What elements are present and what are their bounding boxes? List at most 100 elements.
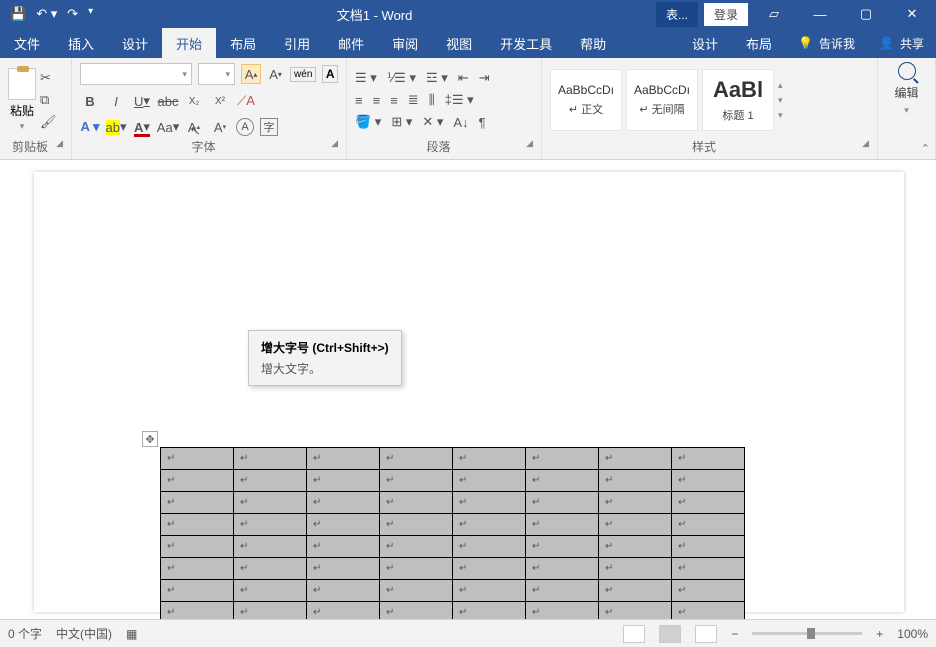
text-effects-button[interactable]: A ▾: [80, 117, 100, 137]
table-cell[interactable]: ↵: [161, 470, 234, 492]
table-cell[interactable]: ↵: [380, 536, 453, 558]
align-left-button[interactable]: ≡: [355, 93, 363, 108]
strikethrough-button[interactable]: abc: [158, 91, 178, 111]
table-row[interactable]: ↵↵↵↵↵↵↵↵: [161, 470, 745, 492]
bold-button[interactable]: B: [80, 91, 100, 111]
table-cell[interactable]: ↵: [599, 558, 672, 580]
table-cell[interactable]: ↵: [380, 580, 453, 602]
collapse-ribbon-icon[interactable]: ⌃: [921, 142, 930, 155]
table-cell[interactable]: ↵: [161, 448, 234, 470]
table-cell[interactable]: ↵: [380, 514, 453, 536]
change-case-button[interactable]: Aa ▾: [158, 117, 178, 137]
undo-icon[interactable]: ↶ ▾: [36, 6, 57, 22]
char-shading-button[interactable]: 字: [260, 118, 278, 136]
tab-review[interactable]: 审阅: [378, 28, 432, 58]
table-cell[interactable]: ↵: [380, 602, 453, 620]
tab-mailings[interactable]: 邮件: [324, 28, 378, 58]
format-painter-icon[interactable]: 🖌: [40, 114, 57, 130]
multilevel-button[interactable]: ☲ ▾: [426, 70, 448, 86]
table-cell[interactable]: ↵: [161, 514, 234, 536]
contextual-tab-layout[interactable]: 布局: [732, 28, 786, 58]
table-cell[interactable]: ↵: [161, 602, 234, 620]
table-cell[interactable]: ↵: [307, 470, 380, 492]
table-cell[interactable]: ↵: [453, 448, 526, 470]
table-cell[interactable]: ↵: [672, 580, 745, 602]
print-layout-button[interactable]: [659, 625, 681, 643]
table-cell[interactable]: ↵: [307, 492, 380, 514]
distribute-button[interactable]: ⫼: [429, 92, 435, 108]
underline-button[interactable]: U ▾: [132, 91, 152, 111]
tab-insert[interactable]: 插入: [54, 28, 108, 58]
tab-references[interactable]: 引用: [270, 28, 324, 58]
table-cell[interactable]: ↵: [526, 558, 599, 580]
align-center-button[interactable]: ≡: [373, 93, 381, 108]
enclose-char-button[interactable]: A: [236, 118, 254, 136]
tab-design[interactable]: 设计: [108, 28, 162, 58]
language-status[interactable]: 中文(中国): [56, 625, 112, 642]
table-row[interactable]: ↵↵↵↵↵↵↵↵: [161, 580, 745, 602]
table-cell[interactable]: ↵: [234, 514, 307, 536]
login-button[interactable]: 登录: [704, 3, 748, 26]
style-normal[interactable]: AaBbCcDı ↵ 正文: [550, 69, 622, 131]
table-cell[interactable]: ↵: [453, 602, 526, 620]
table-row[interactable]: ↵↵↵↵↵↵↵↵: [161, 448, 745, 470]
borders-button[interactable]: ⊞ ▾: [391, 114, 412, 130]
share-button[interactable]: 👤 共享: [867, 28, 936, 58]
clipboard-launcher[interactable]: ◢: [56, 138, 63, 149]
decrease-font-btn2[interactable]: A▾: [210, 117, 230, 137]
char-border-button[interactable]: A: [322, 65, 338, 83]
zoom-slider[interactable]: [752, 632, 862, 635]
maximize-icon[interactable]: ▢: [846, 6, 886, 22]
save-icon[interactable]: 💾: [10, 6, 26, 22]
table-row[interactable]: ↵↵↵↵↵↵↵↵: [161, 602, 745, 620]
table-cell[interactable]: ↵: [526, 514, 599, 536]
font-launcher[interactable]: ◢: [331, 138, 338, 149]
minimize-icon[interactable]: —: [800, 7, 840, 22]
zoom-level[interactable]: 100%: [897, 627, 928, 641]
tab-layout[interactable]: 布局: [216, 28, 270, 58]
tab-file[interactable]: 文件: [0, 28, 54, 58]
table-cell[interactable]: ↵: [234, 492, 307, 514]
table-cell[interactable]: ↵: [380, 448, 453, 470]
increase-indent-button[interactable]: ⇥: [479, 70, 490, 86]
font-size-combo[interactable]: ▾: [198, 63, 235, 85]
table-cell[interactable]: ↵: [599, 448, 672, 470]
table-row[interactable]: ↵↵↵↵↵↵↵↵: [161, 492, 745, 514]
clear-formatting-button[interactable]: ⟋A: [236, 91, 256, 111]
table-cell[interactable]: ↵: [526, 580, 599, 602]
table-cell[interactable]: ↵: [599, 536, 672, 558]
table-cell[interactable]: ↵: [307, 448, 380, 470]
table-cell[interactable]: ↵: [161, 492, 234, 514]
table-cell[interactable]: ↵: [526, 492, 599, 514]
table-cell[interactable]: ↵: [453, 536, 526, 558]
justify-button[interactable]: ≣: [408, 92, 419, 108]
table-cell[interactable]: ↵: [453, 558, 526, 580]
shading-button[interactable]: 🪣 ▾: [355, 114, 381, 130]
table-cell[interactable]: ↵: [161, 580, 234, 602]
table-cell[interactable]: ↵: [672, 558, 745, 580]
table-cell[interactable]: ↵: [234, 558, 307, 580]
show-marks-button[interactable]: ¶: [479, 115, 486, 130]
table-cell[interactable]: ↵: [599, 470, 672, 492]
table-cell[interactable]: ↵: [599, 580, 672, 602]
table-cell[interactable]: ↵: [307, 602, 380, 620]
document-area[interactable]: 增大字号 (Ctrl+Shift+>) 增大文字。 ✥ ↵↵↵↵↵↵↵↵↵↵↵↵…: [0, 160, 936, 619]
table-cell[interactable]: ↵: [599, 602, 672, 620]
table-cell[interactable]: ↵: [672, 602, 745, 620]
highlight-button[interactable]: ab▾: [106, 117, 126, 137]
zoom-out-button[interactable]: −: [731, 627, 738, 641]
table-cell[interactable]: ↵: [234, 448, 307, 470]
table-cell[interactable]: ↵: [453, 470, 526, 492]
table-cell[interactable]: ↵: [453, 514, 526, 536]
tab-view[interactable]: 视图: [432, 28, 486, 58]
style-heading-1[interactable]: AaBl 标题 1: [702, 69, 774, 131]
macro-status-icon[interactable]: ▦: [126, 627, 137, 641]
font-color-button[interactable]: A ▾: [132, 117, 152, 137]
redo-icon[interactable]: ↷: [67, 6, 78, 22]
table-cell[interactable]: ↵: [672, 536, 745, 558]
table-cell[interactable]: ↵: [234, 580, 307, 602]
sort-button[interactable]: A↓: [453, 115, 468, 130]
table-cell[interactable]: ↵: [672, 470, 745, 492]
subscript-button[interactable]: X₂: [184, 91, 204, 111]
table-cell[interactable]: ↵: [526, 602, 599, 620]
